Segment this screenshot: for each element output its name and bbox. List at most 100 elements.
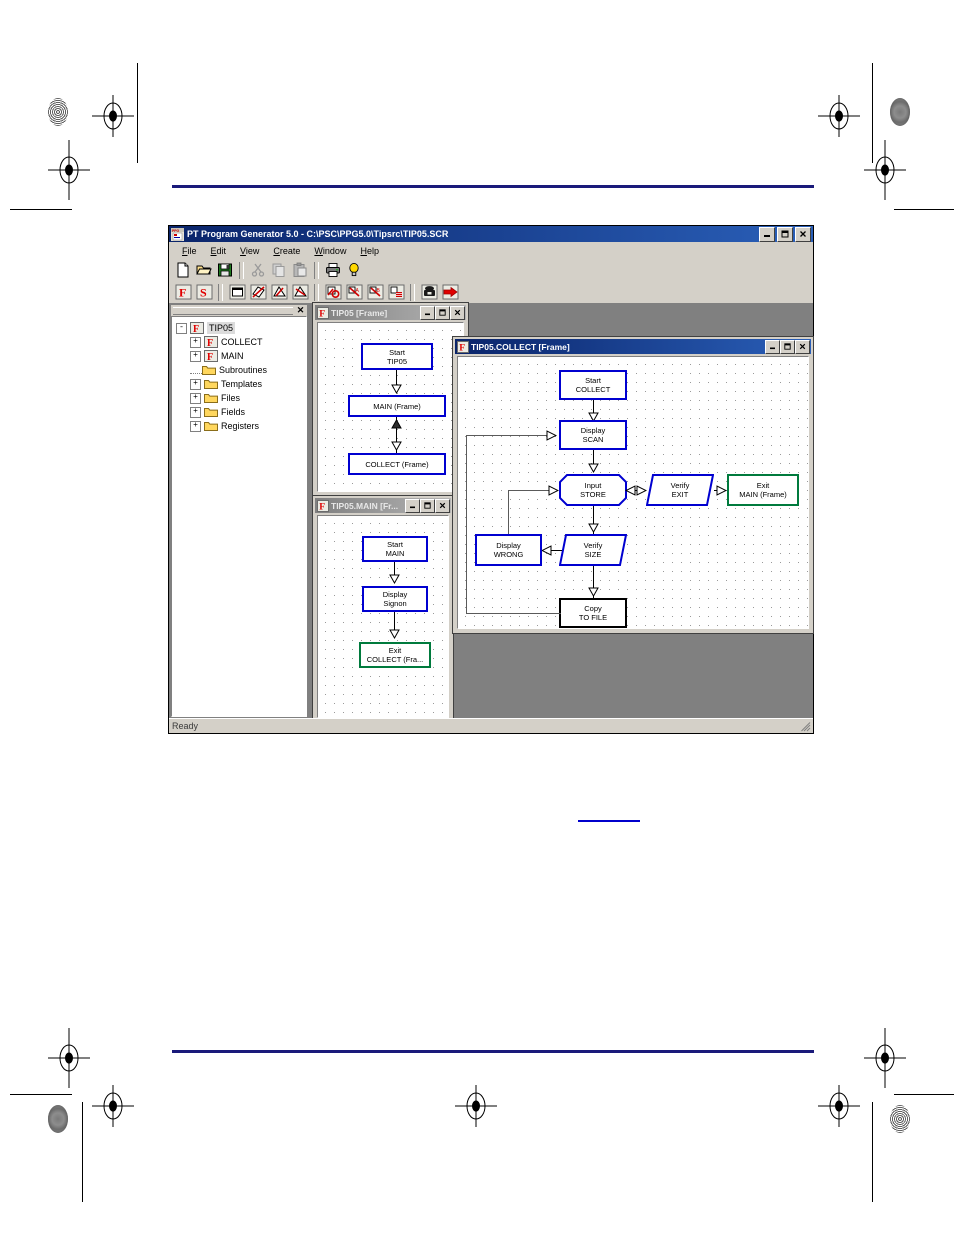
tree-expander-icon[interactable]: + <box>190 336 201 348</box>
connector-arrow-up <box>391 419 402 429</box>
verify-icon[interactable] <box>269 283 289 302</box>
move-b-icon[interactable]: B <box>365 283 385 302</box>
tree-node-collect[interactable]: + F COLLECT <box>176 335 306 349</box>
menu-item-window[interactable]: Window <box>307 245 353 257</box>
flow-node-verify-exit[interactable]: Verify EXIT <box>646 474 714 506</box>
flow-node-input-store[interactable]: Input STORE <box>559 474 627 506</box>
connector-line <box>466 435 548 436</box>
node-line-2: MAIN (Frame) <box>739 490 787 499</box>
node-line-1: Exit <box>388 646 402 655</box>
input-icon[interactable] <box>248 283 268 302</box>
flow-node-display-signon[interactable]: Display Signon <box>362 586 428 612</box>
app-minimize-button[interactable] <box>759 226 775 242</box>
help-icon[interactable] <box>344 261 364 280</box>
connector-arrow-down <box>389 574 400 585</box>
flow-node-exit-collect[interactable]: Exit COLLECT (Fra... <box>359 642 431 668</box>
print-icon[interactable] <box>323 261 343 280</box>
tree-node-templates[interactable]: + Templates <box>176 377 306 391</box>
project-tree[interactable]: - F TIP05 + F COLLECT + F MAIN Subroutin… <box>171 316 307 717</box>
window-close-button[interactable] <box>435 498 450 513</box>
collect-diagram-canvas[interactable]: Start COLLECT Display SCAN Input STORE V… <box>457 356 809 629</box>
window-close-button[interactable] <box>795 339 810 354</box>
window-maximize-button[interactable] <box>780 339 795 354</box>
tree-expander-icon[interactable]: + <box>190 378 201 390</box>
tree-expander-icon[interactable]: + <box>190 406 201 418</box>
window-tip05-main-title-bar[interactable]: F TIP05.MAIN [Fr... <box>315 498 451 513</box>
flow-node-main-frame[interactable]: MAIN (Frame) <box>348 395 446 417</box>
node-line-1: Exit <box>756 481 770 490</box>
menu-item-edit[interactable]: Edit <box>204 245 234 257</box>
menu-item-view[interactable]: View <box>233 245 266 257</box>
paste-icon[interactable] <box>290 261 310 280</box>
window-minimize-button[interactable] <box>405 498 420 513</box>
connector-arrow-down <box>588 463 599 474</box>
tree-expander-icon[interactable]: + <box>190 392 201 404</box>
window-tip05-frame-title-bar[interactable]: F TIP05 [Frame] <box>315 305 466 320</box>
flow-node-copy-to-file[interactable]: Copy TO FILE <box>559 598 627 628</box>
communications-icon[interactable] <box>419 283 439 302</box>
flow-node-start-collect[interactable]: Start COLLECT <box>559 370 627 400</box>
copy-object-icon[interactable] <box>323 283 343 302</box>
registration-dot-top-left <box>48 98 68 126</box>
tree-panel-close-icon[interactable]: ✕ <box>296 306 305 315</box>
flow-node-verify-size[interactable]: Verify SIZE <box>559 534 627 566</box>
move-a-icon[interactable]: A <box>344 283 364 302</box>
window-close-button[interactable] <box>450 305 465 320</box>
node-line-2: EXIT <box>671 490 689 499</box>
frame-icon[interactable]: F <box>173 283 193 302</box>
window-tip05-frame[interactable]: F TIP05 [Frame] Start TIP05 MAIN (Frame)… <box>313 303 468 496</box>
new-icon[interactable] <box>173 261 193 280</box>
cut-icon[interactable] <box>248 261 268 280</box>
display-icon[interactable] <box>227 283 247 302</box>
menu-item-create[interactable]: Create <box>266 245 307 257</box>
tree-node-files[interactable]: + Files <box>176 391 306 405</box>
window-minimize-button[interactable] <box>420 305 435 320</box>
connector-arrow-left <box>625 485 636 496</box>
node-line-1: Verify <box>670 481 690 490</box>
node-labels: Input STORE <box>580 481 606 499</box>
app-close-button[interactable] <box>795 226 811 242</box>
tree-node-subroutines[interactable]: Subroutines <box>176 363 306 377</box>
app-maximize-button[interactable] <box>777 226 793 242</box>
window-tip05-collect-title-bar[interactable]: F TIP05.COLLECT [Frame] <box>455 339 811 354</box>
open-icon[interactable] <box>194 261 214 280</box>
tree-panel-gripper[interactable] <box>173 306 293 315</box>
resize-grip-icon[interactable] <box>801 722 811 732</box>
toolbar-separator <box>410 283 415 301</box>
node-line-2: SCAN <box>582 435 604 444</box>
tree-node-label: COLLECT <box>221 337 263 347</box>
tree-expander-icon[interactable]: + <box>190 420 201 432</box>
window-minimize-button[interactable] <box>765 339 780 354</box>
tree-expander-icon[interactable]: + <box>190 350 201 362</box>
window-tip05-collect[interactable]: F TIP05.COLLECT [Frame] Start COLLECT Di… <box>453 337 813 633</box>
flow-node-exit-main[interactable]: Exit MAIN (Frame) <box>727 474 799 506</box>
flow-node-collect-frame[interactable]: COLLECT (Frame) <box>348 453 446 475</box>
tree-node-tip05[interactable]: - F TIP05 <box>176 321 306 335</box>
save-icon[interactable] <box>215 261 235 280</box>
window-tip05-main[interactable]: F TIP05.MAIN [Fr... Start MAIN Display S… <box>313 496 453 722</box>
tree-panel-grip-bar[interactable]: ✕ <box>171 305 307 316</box>
window-maximize-button[interactable] <box>420 498 435 513</box>
flow-node-start-tip05[interactable]: Start TIP05 <box>361 343 433 370</box>
main-diagram-canvas[interactable]: Start MAIN Display Signon Exit COLLECT (… <box>317 515 449 718</box>
tree-node-main[interactable]: + F MAIN <box>176 349 306 363</box>
frame-diagram-canvas[interactable]: Start TIP05 MAIN (Frame) COLLECT (Frame) <box>317 322 464 492</box>
tree-expander-icon[interactable]: - <box>176 322 187 334</box>
exit-icon[interactable] <box>440 283 460 302</box>
window-title-text: TIP05.COLLECT [Frame] <box>471 341 570 352</box>
flow-node-start-main[interactable]: Start MAIN <box>362 536 428 562</box>
node-line-1: Input <box>584 481 602 490</box>
subroutine-icon[interactable]: S <box>194 283 214 302</box>
append-icon[interactable] <box>386 283 406 302</box>
copy-icon[interactable] <box>269 261 289 280</box>
node-line-1: COLLECT (Frame) <box>365 459 429 469</box>
tree-node-registers[interactable]: + Registers <box>176 419 306 433</box>
window-maximize-button[interactable] <box>435 305 450 320</box>
calculate-icon[interactable] <box>290 283 310 302</box>
tree-node-fields[interactable]: + Fields <box>176 405 306 419</box>
flow-node-display-wrong[interactable]: Display WRONG <box>475 534 542 566</box>
flow-node-display-scan[interactable]: Display SCAN <box>559 420 627 450</box>
node-labels: Verify SIZE <box>584 541 603 559</box>
menu-item-help[interactable]: Help <box>353 245 386 257</box>
menu-item-file[interactable]: File <box>175 245 204 257</box>
